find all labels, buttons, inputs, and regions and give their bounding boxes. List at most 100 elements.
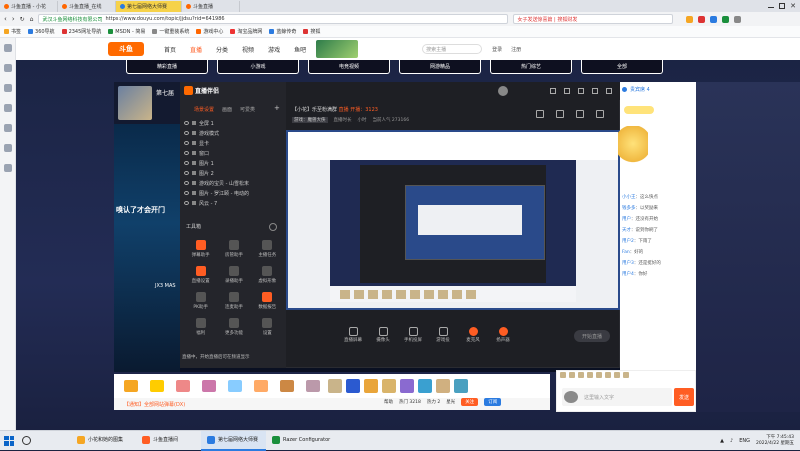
emoji-icon[interactable] bbox=[587, 372, 593, 378]
eye-icon[interactable] bbox=[184, 191, 189, 195]
emoji-icon[interactable] bbox=[578, 372, 584, 378]
scene-item[interactable]: 显卡 bbox=[184, 138, 284, 148]
emoji-icon[interactable] bbox=[605, 372, 611, 378]
scene-item[interactable]: 图片 - 罗江颐 - 电动的 bbox=[184, 188, 284, 198]
bookmark-item[interactable]: 淘宝品牌网 bbox=[230, 28, 262, 35]
eye-icon[interactable] bbox=[184, 181, 189, 185]
lock-icon[interactable] bbox=[192, 121, 196, 125]
taskbar-app[interactable]: 斗鱼直播间 bbox=[136, 431, 201, 451]
scene-tab[interactable]: 可爱类 bbox=[240, 106, 255, 113]
history-icon[interactable] bbox=[3, 64, 12, 72]
add-scene-icon[interactable]: + bbox=[274, 104, 280, 112]
nav-banner-image[interactable] bbox=[316, 40, 359, 58]
douyu-logo[interactable]: 斗鱼 bbox=[108, 42, 144, 56]
bookmark-item[interactable]: 一键重装系统 bbox=[152, 28, 189, 35]
bookmark-item[interactable]: 搜狐 bbox=[303, 28, 320, 35]
scene-item[interactable]: 游戏模式 bbox=[184, 128, 284, 138]
speaker-button[interactable]: 扬声器 bbox=[490, 327, 516, 343]
scene-item[interactable]: 游戏的宝贝 - 山雪松末 bbox=[184, 178, 284, 188]
login-link[interactable]: 登录 bbox=[492, 46, 502, 53]
mail-icon[interactable] bbox=[3, 104, 12, 112]
eye-icon[interactable] bbox=[184, 171, 189, 175]
browser-search-input[interactable]: 女子发送惊喜篇 | 搜狐财发 bbox=[513, 14, 674, 24]
gift-item[interactable] bbox=[276, 380, 298, 392]
send-button[interactable]: 发送 bbox=[674, 388, 694, 406]
browser-tab[interactable]: 斗鱼直播 bbox=[182, 1, 240, 12]
more-tools-icon[interactable] bbox=[269, 223, 277, 231]
search-icon[interactable] bbox=[22, 436, 31, 445]
chat-input[interactable]: 这里输入文字 bbox=[562, 388, 672, 406]
gift-item[interactable] bbox=[198, 380, 220, 392]
gift-item[interactable] bbox=[418, 379, 432, 393]
tool-button[interactable]: 设置 bbox=[251, 318, 284, 336]
eye-icon[interactable] bbox=[184, 121, 189, 125]
minimize-icon[interactable] bbox=[578, 88, 584, 94]
menu-icon[interactable] bbox=[734, 15, 742, 23]
tool-button[interactable]: 房管助手 bbox=[217, 240, 250, 258]
gift-item[interactable] bbox=[302, 380, 324, 392]
eye-icon[interactable] bbox=[184, 161, 189, 165]
gift-item[interactable] bbox=[346, 379, 360, 393]
bookmark-item[interactable]: 蓝鲸传奇 bbox=[269, 28, 296, 35]
nav-yuba[interactable]: 鱼吧 bbox=[294, 45, 306, 54]
extension-icon[interactable] bbox=[710, 15, 718, 23]
minimize-icon[interactable] bbox=[768, 7, 775, 8]
more-icon[interactable] bbox=[3, 164, 12, 172]
eye-icon[interactable] bbox=[184, 141, 189, 145]
gift-item[interactable] bbox=[436, 379, 450, 393]
register-link[interactable]: 注册 bbox=[511, 46, 521, 53]
tool-button[interactable]: 数据报告 bbox=[251, 292, 284, 310]
games-icon[interactable] bbox=[3, 144, 12, 152]
notes-icon[interactable] bbox=[3, 124, 12, 132]
home-icon[interactable]: ⌂ bbox=[30, 16, 34, 23]
settings-icon[interactable] bbox=[596, 110, 604, 118]
gift-item[interactable] bbox=[364, 379, 378, 393]
category-tab[interactable]: 小游戏 bbox=[217, 60, 299, 74]
address-bar[interactable]: 武汉斗鱼网络科技有限公司 https://www.douyu.com/topic… bbox=[38, 14, 509, 24]
eye-icon[interactable] bbox=[184, 131, 189, 135]
microphone-button[interactable]: 麦克风 bbox=[460, 327, 486, 343]
tool-button[interactable]: 录播助手 bbox=[217, 266, 250, 284]
nav-video[interactable]: 视频 bbox=[242, 45, 254, 54]
extension-icon[interactable] bbox=[686, 15, 694, 23]
start-button[interactable] bbox=[4, 435, 14, 446]
taskbar-app-active[interactable]: 第七届网络大师赛 bbox=[201, 430, 266, 451]
category-tab[interactable]: 热门综艺 bbox=[490, 60, 572, 74]
emoji-icon[interactable] bbox=[569, 372, 575, 378]
anchor-avatar[interactable] bbox=[118, 86, 152, 120]
lock-icon[interactable] bbox=[192, 201, 196, 205]
emoji-icon[interactable] bbox=[560, 372, 566, 378]
category-tab[interactable]: 全部 bbox=[581, 60, 663, 74]
close-icon[interactable]: ✕ bbox=[790, 2, 796, 10]
gift-item[interactable] bbox=[146, 380, 168, 392]
scene-item[interactable]: 风云 - 7 bbox=[184, 198, 284, 208]
taskbar-app[interactable]: 小花和她的图集 bbox=[71, 431, 136, 451]
tool-button[interactable]: 更多功能 bbox=[217, 318, 250, 336]
extension-icon[interactable] bbox=[698, 15, 706, 23]
subscribe-button[interactable]: 订阅 bbox=[484, 398, 502, 406]
emoji-icon[interactable] bbox=[596, 372, 602, 378]
bookmark-item[interactable]: 2345网址导航 bbox=[61, 28, 101, 35]
tool-button[interactable]: PK助手 bbox=[184, 292, 217, 310]
gift-item[interactable] bbox=[224, 380, 246, 392]
share-icon[interactable] bbox=[556, 110, 564, 118]
bookmark-item[interactable]: 书签 bbox=[4, 28, 21, 35]
browser-tab[interactable]: 斗鱼直播 - 小花 bbox=[0, 1, 58, 12]
user-avatar[interactable] bbox=[498, 86, 508, 96]
game-cast-button[interactable]: 游戏投 bbox=[430, 327, 456, 343]
douyu-search-input[interactable]: 搜索主播 bbox=[422, 44, 483, 54]
tool-button[interactable]: 主播任务 bbox=[251, 240, 284, 258]
scene-tab[interactable]: 场景设置 bbox=[194, 106, 214, 113]
close-icon[interactable] bbox=[606, 88, 612, 94]
category-tab[interactable]: 电竞视频 bbox=[308, 60, 390, 74]
gift-item[interactable] bbox=[400, 379, 414, 393]
extension-icon[interactable] bbox=[722, 15, 730, 23]
favorites-icon[interactable] bbox=[3, 44, 12, 52]
emoji-icon[interactable] bbox=[614, 372, 620, 378]
room-category[interactable]: 游戏：魔兽大侠 bbox=[292, 117, 328, 123]
network-icon[interactable]: ▲ bbox=[720, 438, 724, 444]
camera-button[interactable]: 摄像头 bbox=[370, 327, 396, 343]
tool-button[interactable]: 福利 bbox=[184, 318, 217, 336]
gift-item[interactable] bbox=[172, 380, 194, 392]
start-stream-button[interactable]: 开始直播 bbox=[574, 330, 610, 342]
